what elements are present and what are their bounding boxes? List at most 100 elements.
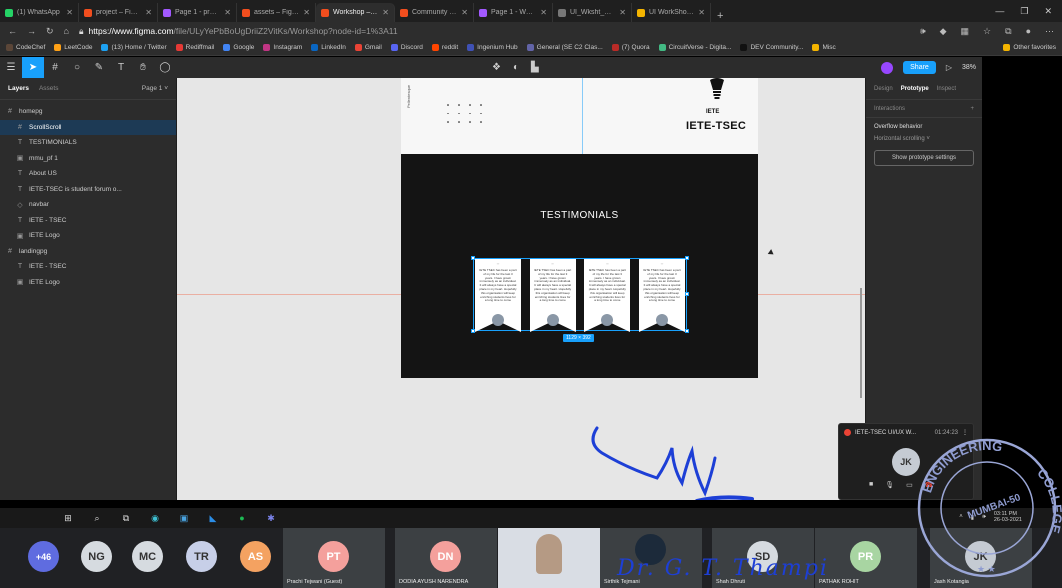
bookmark-link[interactable]: LinkedIn xyxy=(311,44,346,51)
url-field[interactable]: 🔒︎ https://www.figma.com /file/ULyYePbBo… xyxy=(79,24,910,38)
browser-tab[interactable]: UI_Wksht_materials ✕ xyxy=(553,3,632,22)
resize-handle-tr[interactable] xyxy=(685,256,689,260)
read-aloud-icon[interactable]: 🕪︎ xyxy=(920,26,926,37)
present-screen-icon[interactable]: ▭ xyxy=(906,481,913,489)
bookmark-link[interactable]: Ingenium Hub xyxy=(467,44,518,51)
collections-icon[interactable]: ⧉ xyxy=(1005,26,1011,37)
layer-row[interactable]: # ScrollScroll xyxy=(0,119,176,135)
testimonial-scroll-selection[interactable]: "" IETE TSEC has been a part of my life f… xyxy=(471,256,689,333)
favorites-star-icon[interactable]: ☆ xyxy=(983,26,991,37)
tab-close-icon[interactable]: ✕ xyxy=(145,8,152,17)
tab-layers[interactable]: Layers xyxy=(8,85,29,92)
new-tab-button[interactable]: + xyxy=(711,10,729,22)
zoom-level[interactable]: 38% xyxy=(962,64,976,71)
resize-handle-tl[interactable] xyxy=(471,256,475,260)
participant-avatar[interactable]: TR xyxy=(186,541,217,572)
layer-row[interactable]: # homepg xyxy=(0,104,176,120)
bookmark-link[interactable]: CodeChef xyxy=(6,44,45,51)
extension-icon[interactable]: ◆ xyxy=(940,26,947,37)
tab-assets[interactable]: Assets xyxy=(39,85,59,92)
tab-close-icon[interactable]: ✕ xyxy=(619,8,626,17)
search-icon[interactable]: ⌕ xyxy=(91,512,103,524)
bookmark-link[interactable]: Instagram xyxy=(263,44,302,51)
comment-tool-icon[interactable]: ◯ xyxy=(154,57,176,78)
share-button[interactable]: Share xyxy=(903,61,936,74)
tab-close-icon[interactable]: ✕ xyxy=(382,8,389,17)
layer-row[interactable]: T About US xyxy=(0,166,176,182)
grid-extension-icon[interactable]: ▦ xyxy=(961,26,970,37)
tab-design[interactable]: Design xyxy=(874,86,893,92)
layer-row[interactable]: ◇ navbar xyxy=(0,197,176,213)
teams-icon[interactable]: ✱ xyxy=(265,512,277,524)
mask-icon[interactable]: ◐ xyxy=(513,62,519,73)
layer-row[interactable]: T IETE - TSEC xyxy=(0,213,176,229)
testimonial-card[interactable]: "" IETE TSEC has been a part of my life f… xyxy=(529,259,576,332)
layer-row[interactable]: ▣ IETE Logo xyxy=(0,228,176,244)
browser-tab[interactable]: (1) WhatsApp ✕ xyxy=(0,3,79,22)
participant-tile[interactable]: PT Prachi Tejwani (Guest) xyxy=(283,528,385,588)
back-icon[interactable]: ← xyxy=(8,26,17,36)
layer-row[interactable]: ▣ IETE Logo xyxy=(0,275,176,291)
bookmark-link[interactable]: (7) Quora xyxy=(611,44,650,51)
layer-row[interactable]: T TESTIMONIALS xyxy=(0,135,176,151)
canvas-scrollbar-vertical[interactable] xyxy=(860,288,862,398)
testimonial-card[interactable]: "" IETE TSEC has been a part of my life f… xyxy=(638,259,685,332)
camera-icon[interactable]: ■ xyxy=(869,481,873,489)
resize-handle-bl[interactable] xyxy=(471,329,475,333)
bookmark-link[interactable]: (13) Home / Twitter xyxy=(101,44,167,51)
home-icon[interactable]: ⌂ xyxy=(64,26,69,36)
tab-close-icon[interactable]: ✕ xyxy=(303,8,310,17)
bookmark-link[interactable]: Google xyxy=(223,44,254,51)
component-icon[interactable]: ❖ xyxy=(492,62,501,73)
participant-tile[interactable] xyxy=(498,528,600,588)
browser-tab[interactable]: assets – Figma ✕ xyxy=(237,3,316,22)
show-prototype-settings-button[interactable]: Show prototype settings xyxy=(874,150,974,166)
participant-avatar[interactable]: MC xyxy=(132,541,163,572)
participant-avatar[interactable]: AS xyxy=(240,541,271,572)
browser-tab[interactable]: Community – Figma ✕ xyxy=(395,3,474,22)
reload-icon[interactable]: ↻ xyxy=(46,26,54,37)
participant-tile[interactable]: DN DODIA AYUSH NARENDRA xyxy=(395,528,497,588)
homepage-frame-header[interactable]: IETE IETE-TSEC Pellentesque xyxy=(401,78,758,154)
windows-start-icon[interactable]: ⊞ xyxy=(62,512,74,524)
layer-row[interactable]: # landingpg xyxy=(0,244,176,260)
browser-tab[interactable]: project – Figma ✕ xyxy=(79,3,158,22)
tab-close-icon[interactable]: ✕ xyxy=(540,8,547,17)
spotify-icon[interactable]: ● xyxy=(236,512,248,524)
testimonial-card[interactable]: "" IETE TSEC has been a part of my life f… xyxy=(584,259,631,332)
more-menu-icon[interactable]: ⋯ xyxy=(1045,26,1054,37)
page-selector[interactable]: Page 1 ˅ xyxy=(142,85,168,92)
hand-tool-icon[interactable]: ✋︎ xyxy=(132,57,154,78)
resize-handle-br[interactable] xyxy=(685,329,689,333)
forward-icon[interactable]: → xyxy=(27,26,36,36)
resize-handle-r[interactable] xyxy=(685,292,689,296)
maximize-icon[interactable]: ❐ xyxy=(1020,6,1028,17)
bookmark-link[interactable]: General (SE C2 Clas... xyxy=(526,44,603,51)
bookmark-link[interactable]: Misc xyxy=(812,44,836,51)
close-window-icon[interactable]: ✕ xyxy=(1044,6,1052,17)
user-avatar[interactable] xyxy=(881,61,894,74)
participant-tile[interactable]: PR PATHAK ROHIT xyxy=(815,528,917,588)
shape-tool-icon[interactable]: ○ xyxy=(66,57,88,78)
tab-inspect[interactable]: Inspect xyxy=(937,86,956,92)
more-participants-badge[interactable]: +46 xyxy=(28,541,59,572)
bookmark-link[interactable]: Rediffmail xyxy=(175,44,214,51)
microphone-icon[interactable]: 🎙︎ xyxy=(885,481,894,489)
vscode-icon[interactable]: ◣ xyxy=(207,512,219,524)
main-menu-icon[interactable]: ☰ xyxy=(0,57,22,78)
figma-canvas[interactable]: IETE IETE-TSEC Pellentesque TESTIMONIALS… xyxy=(177,78,865,500)
profile-icon[interactable]: ● xyxy=(1026,26,1031,37)
browser-tab[interactable]: Page 1 - Workshop ✕ xyxy=(474,3,553,22)
add-interaction-icon[interactable]: + xyxy=(970,106,974,112)
bookmark-link[interactable]: reddit xyxy=(431,44,458,51)
layer-row[interactable]: T IETE - TSEC xyxy=(0,259,176,275)
bookmark-link[interactable]: Gmail xyxy=(354,44,382,51)
testimonial-card[interactable]: "" IETE TSEC has been a part of my life f… xyxy=(475,259,521,332)
other-favorites-link[interactable]: Other favorites xyxy=(1003,44,1056,51)
browser-tab[interactable]: Workshop – Figma ✕ xyxy=(316,3,395,22)
tab-close-icon[interactable]: ✕ xyxy=(224,8,231,17)
bookmark-link[interactable]: DEV Community... xyxy=(740,44,803,51)
text-tool-icon[interactable]: T xyxy=(110,57,132,78)
bookmark-link[interactable]: CircuitVerse - Digita... xyxy=(658,44,731,51)
browser-tab[interactable]: UI WorkShop.ppt - Go ✕ xyxy=(632,3,711,22)
